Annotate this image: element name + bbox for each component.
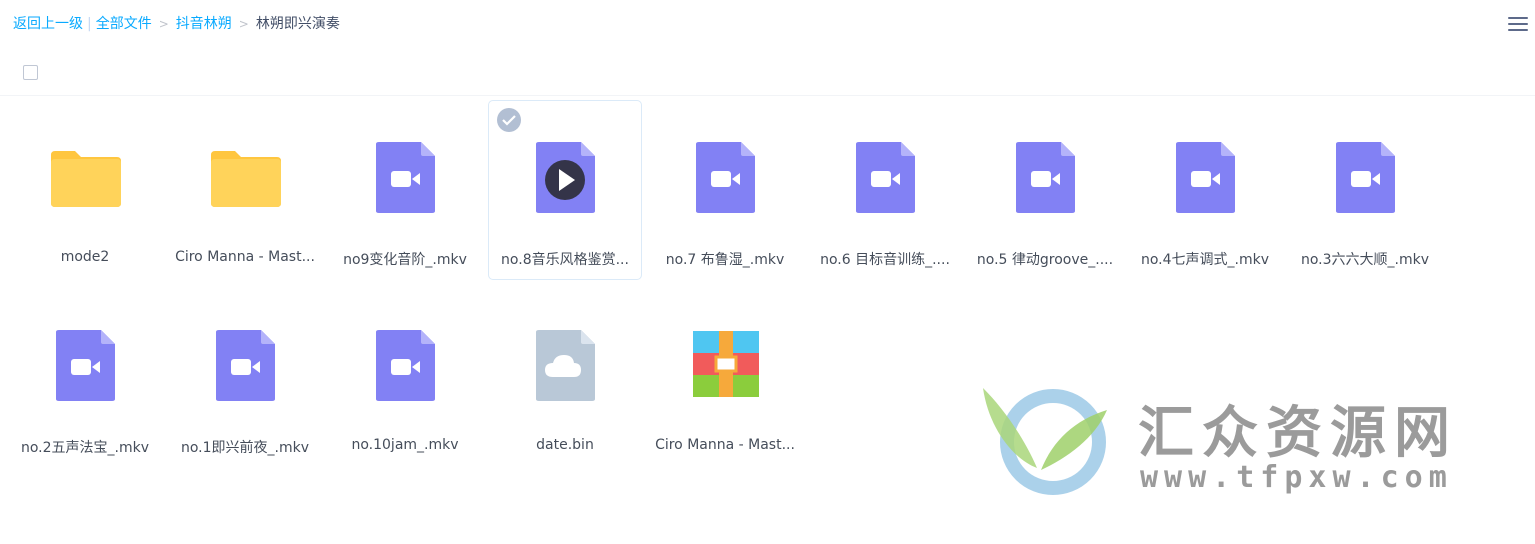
watermark-url: www.tfpxw.com	[1140, 460, 1453, 495]
file-item[interactable]: no.6 目标音训练_....	[808, 100, 962, 280]
checkmark-icon[interactable]	[497, 108, 521, 132]
video-file-icon	[1011, 141, 1081, 213]
file-name: no.6 目标音训练_....	[820, 252, 950, 268]
file-name: date.bin	[536, 437, 594, 453]
selection-bar	[0, 50, 1535, 96]
file-item[interactable]: no.2五声法宝_.mkv	[8, 288, 162, 468]
cloud-file-icon	[531, 329, 601, 401]
video-file-icon	[1331, 141, 1401, 213]
file-item[interactable]: no.4七声调式_.mkv	[1128, 100, 1282, 280]
file-name: no.10jam_.mkv	[351, 437, 459, 453]
breadcrumb: 返回上一级 | 全部文件 > 抖音林朔 > 林朔即兴演奏	[13, 15, 340, 33]
folder-icon	[51, 141, 121, 213]
archive-icon	[691, 329, 761, 401]
file-item[interactable]: Ciro Manna - Mast...	[648, 288, 802, 468]
folder-icon	[211, 141, 281, 213]
breadcrumb-current: 林朔即兴演奏	[255, 16, 340, 32]
video-file-icon	[1171, 141, 1241, 213]
video-file-icon	[211, 329, 281, 401]
file-item[interactable]: Ciro Manna - Mast...	[168, 100, 322, 280]
file-item[interactable]: no.3六六大顺_.mkv	[1288, 100, 1442, 280]
file-name: no.3六六大顺_.mkv	[1300, 252, 1430, 268]
file-item[interactable]: mode2	[8, 100, 162, 280]
file-name: no.1即兴前夜_.mkv	[180, 440, 310, 456]
file-name: no.5 律动groove_....	[976, 252, 1114, 268]
breadcrumb-parent[interactable]: 抖音林朔	[176, 16, 232, 32]
file-name: no.7 布鲁湿_.mkv	[665, 252, 785, 268]
video-file-icon	[691, 141, 761, 213]
file-item[interactable]: no.1即兴前夜_.mkv	[168, 288, 322, 468]
breadcrumb-root[interactable]: 全部文件	[96, 16, 152, 32]
select-all-checkbox[interactable]	[23, 65, 38, 80]
video-file-icon	[371, 329, 441, 401]
file-name: Ciro Manna - Mast...	[175, 249, 315, 265]
file-name: no.8音乐风格鉴赏...	[501, 252, 629, 268]
file-item[interactable]: no.8音乐风格鉴赏...	[488, 100, 642, 280]
file-item[interactable]: no9变化音阶_.mkv	[328, 100, 482, 280]
watermark: 汇众资源网 www.tfpxw.com	[975, 380, 1515, 510]
list-view-menu-icon[interactable]	[1508, 14, 1530, 36]
file-name: mode2	[60, 249, 110, 265]
video-file-icon	[51, 329, 121, 401]
leaf-logo-icon	[983, 388, 1107, 495]
file-name: no.2五声法宝_.mkv	[20, 440, 150, 456]
back-link[interactable]: 返回上一级	[13, 16, 83, 32]
file-name: no.4七声调式_.mkv	[1140, 252, 1270, 268]
chevron-right-icon: >	[238, 17, 249, 31]
chevron-right-icon: >	[158, 17, 169, 31]
file-name: Ciro Manna - Mast...	[655, 437, 795, 453]
file-item[interactable]: no.5 律动groove_....	[968, 100, 1122, 280]
watermark-title: 汇众资源网	[1138, 401, 1458, 466]
file-item[interactable]: no.10jam_.mkv	[328, 288, 482, 468]
file-item[interactable]: no.7 布鲁湿_.mkv	[648, 100, 802, 280]
video-file-icon	[851, 141, 921, 213]
video-file-icon	[371, 141, 441, 213]
play-video-icon	[531, 141, 601, 213]
file-name: no9变化音阶_.mkv	[343, 252, 467, 268]
breadcrumb-divider: |	[87, 16, 92, 32]
file-item[interactable]: date.bin	[488, 288, 642, 468]
toolbar: 返回上一级 | 全部文件 > 抖音林朔 > 林朔即兴演奏	[0, 0, 1535, 50]
